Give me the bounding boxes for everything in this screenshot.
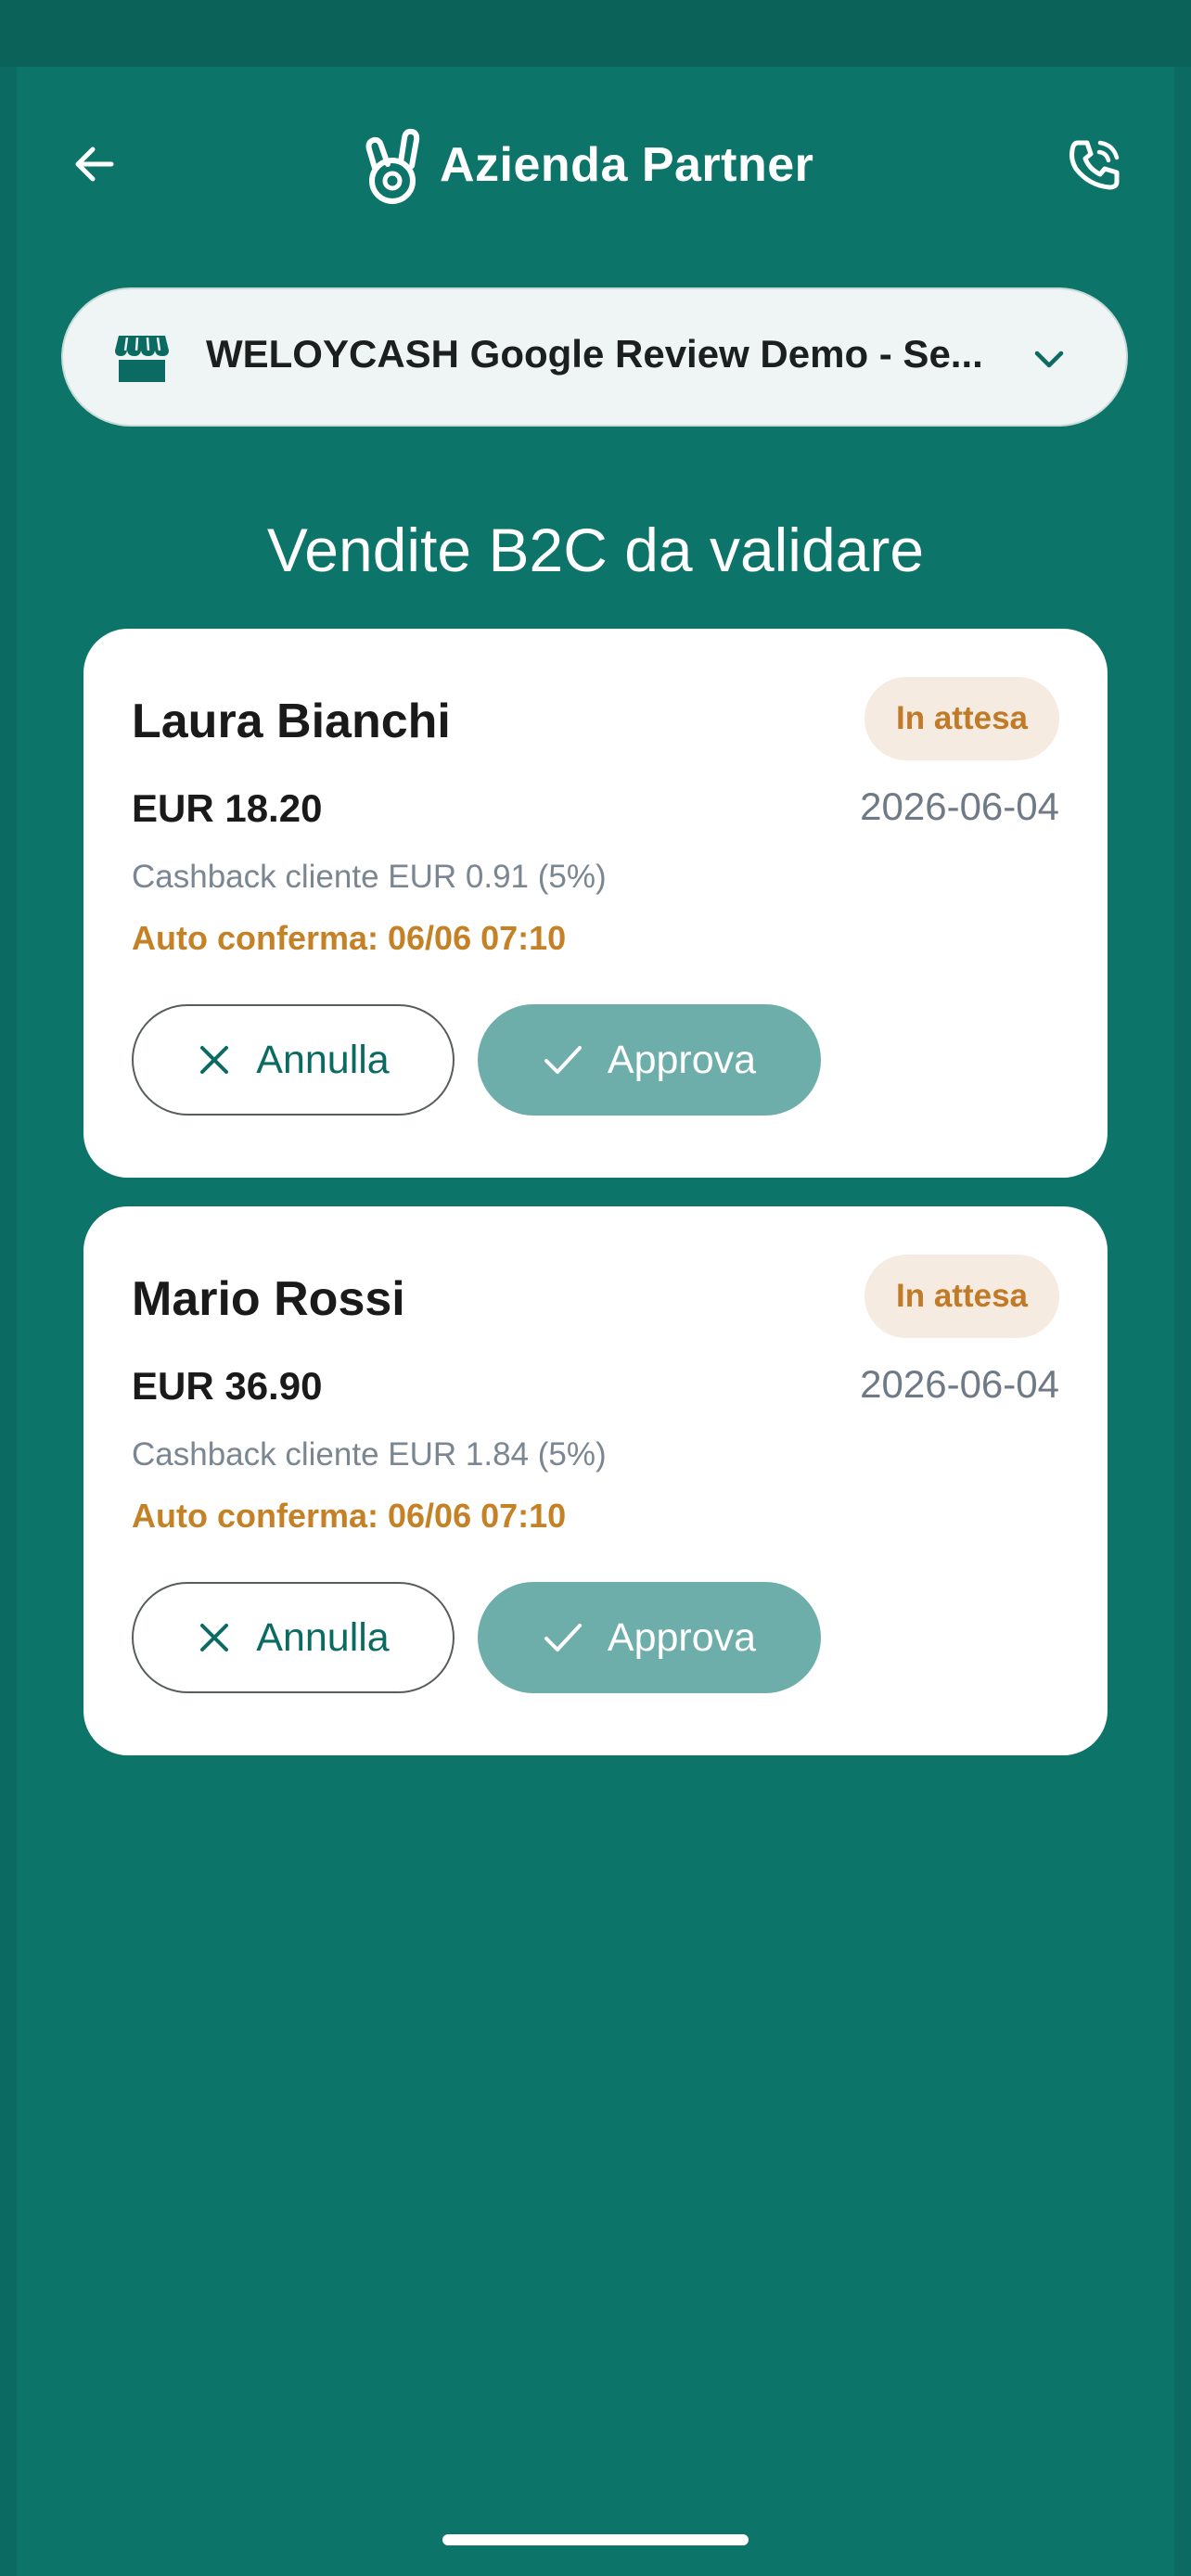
sale-date: 2026-06-04 — [860, 784, 1059, 828]
approve-button[interactable]: Approva — [478, 1582, 821, 1693]
page-title: Azienda Partner — [440, 138, 814, 192]
approve-button-label: Approva — [607, 1037, 757, 1082]
auto-confirm-info: Auto conferma: 06/06 07:10 — [132, 919, 567, 957]
call-button[interactable] — [1057, 128, 1132, 202]
check-icon — [544, 1624, 582, 1651]
customer-name: Mario Rossi — [132, 1272, 405, 1326]
approve-button[interactable]: Approva — [478, 1004, 821, 1116]
back-button[interactable] — [58, 132, 132, 197]
chevron-down-icon — [1034, 351, 1064, 368]
cancel-button-label: Annulla — [256, 1037, 390, 1082]
close-icon — [200, 1046, 229, 1074]
close-icon — [200, 1624, 229, 1651]
customer-name: Laura Bianchi — [132, 695, 451, 748]
store-icon — [115, 336, 169, 382]
section-title: Vendite B2C da validare — [266, 516, 925, 584]
cashback-info: Cashback cliente EUR 1.84 (5%) — [132, 1436, 607, 1473]
cashback-info: Cashback cliente EUR 0.91 (5%) — [132, 859, 607, 895]
sale-amount: EUR 18.20 — [132, 786, 323, 830]
cancel-button[interactable]: Annulla — [132, 1004, 455, 1116]
home-indicator[interactable] — [442, 2534, 749, 2545]
auto-confirm-info: Auto conferma: 06/06 07:10 — [132, 1497, 567, 1535]
cancel-button-label: Annulla — [256, 1614, 390, 1660]
header-brand: Azienda Partner — [362, 119, 813, 211]
store-selector[interactable]: WELOYCASH Google Review Demo - Se... — [61, 287, 1128, 427]
approve-button-label: Approva — [607, 1614, 757, 1660]
sale-amount: EUR 36.90 — [132, 1364, 323, 1408]
store-name: WELOYCASH Google Review Demo - Se... — [206, 332, 983, 376]
sale-date: 2026-06-04 — [860, 1362, 1059, 1406]
status-bar — [0, 0, 1191, 67]
check-icon — [544, 1046, 582, 1074]
cancel-button[interactable]: Annulla — [132, 1582, 455, 1693]
sale-card: Mario Rossi In attesa EUR 36.90 2026-06-… — [83, 1206, 1108, 1755]
sale-card: Laura Bianchi In attesa EUR 18.20 2026-0… — [83, 629, 1108, 1178]
status-badge: In attesa — [864, 677, 1059, 760]
brand-logo-icon — [365, 128, 420, 204]
phone-call-icon — [1069, 140, 1120, 190]
arrow-left-icon — [75, 147, 114, 182]
status-badge: In attesa — [864, 1255, 1059, 1338]
